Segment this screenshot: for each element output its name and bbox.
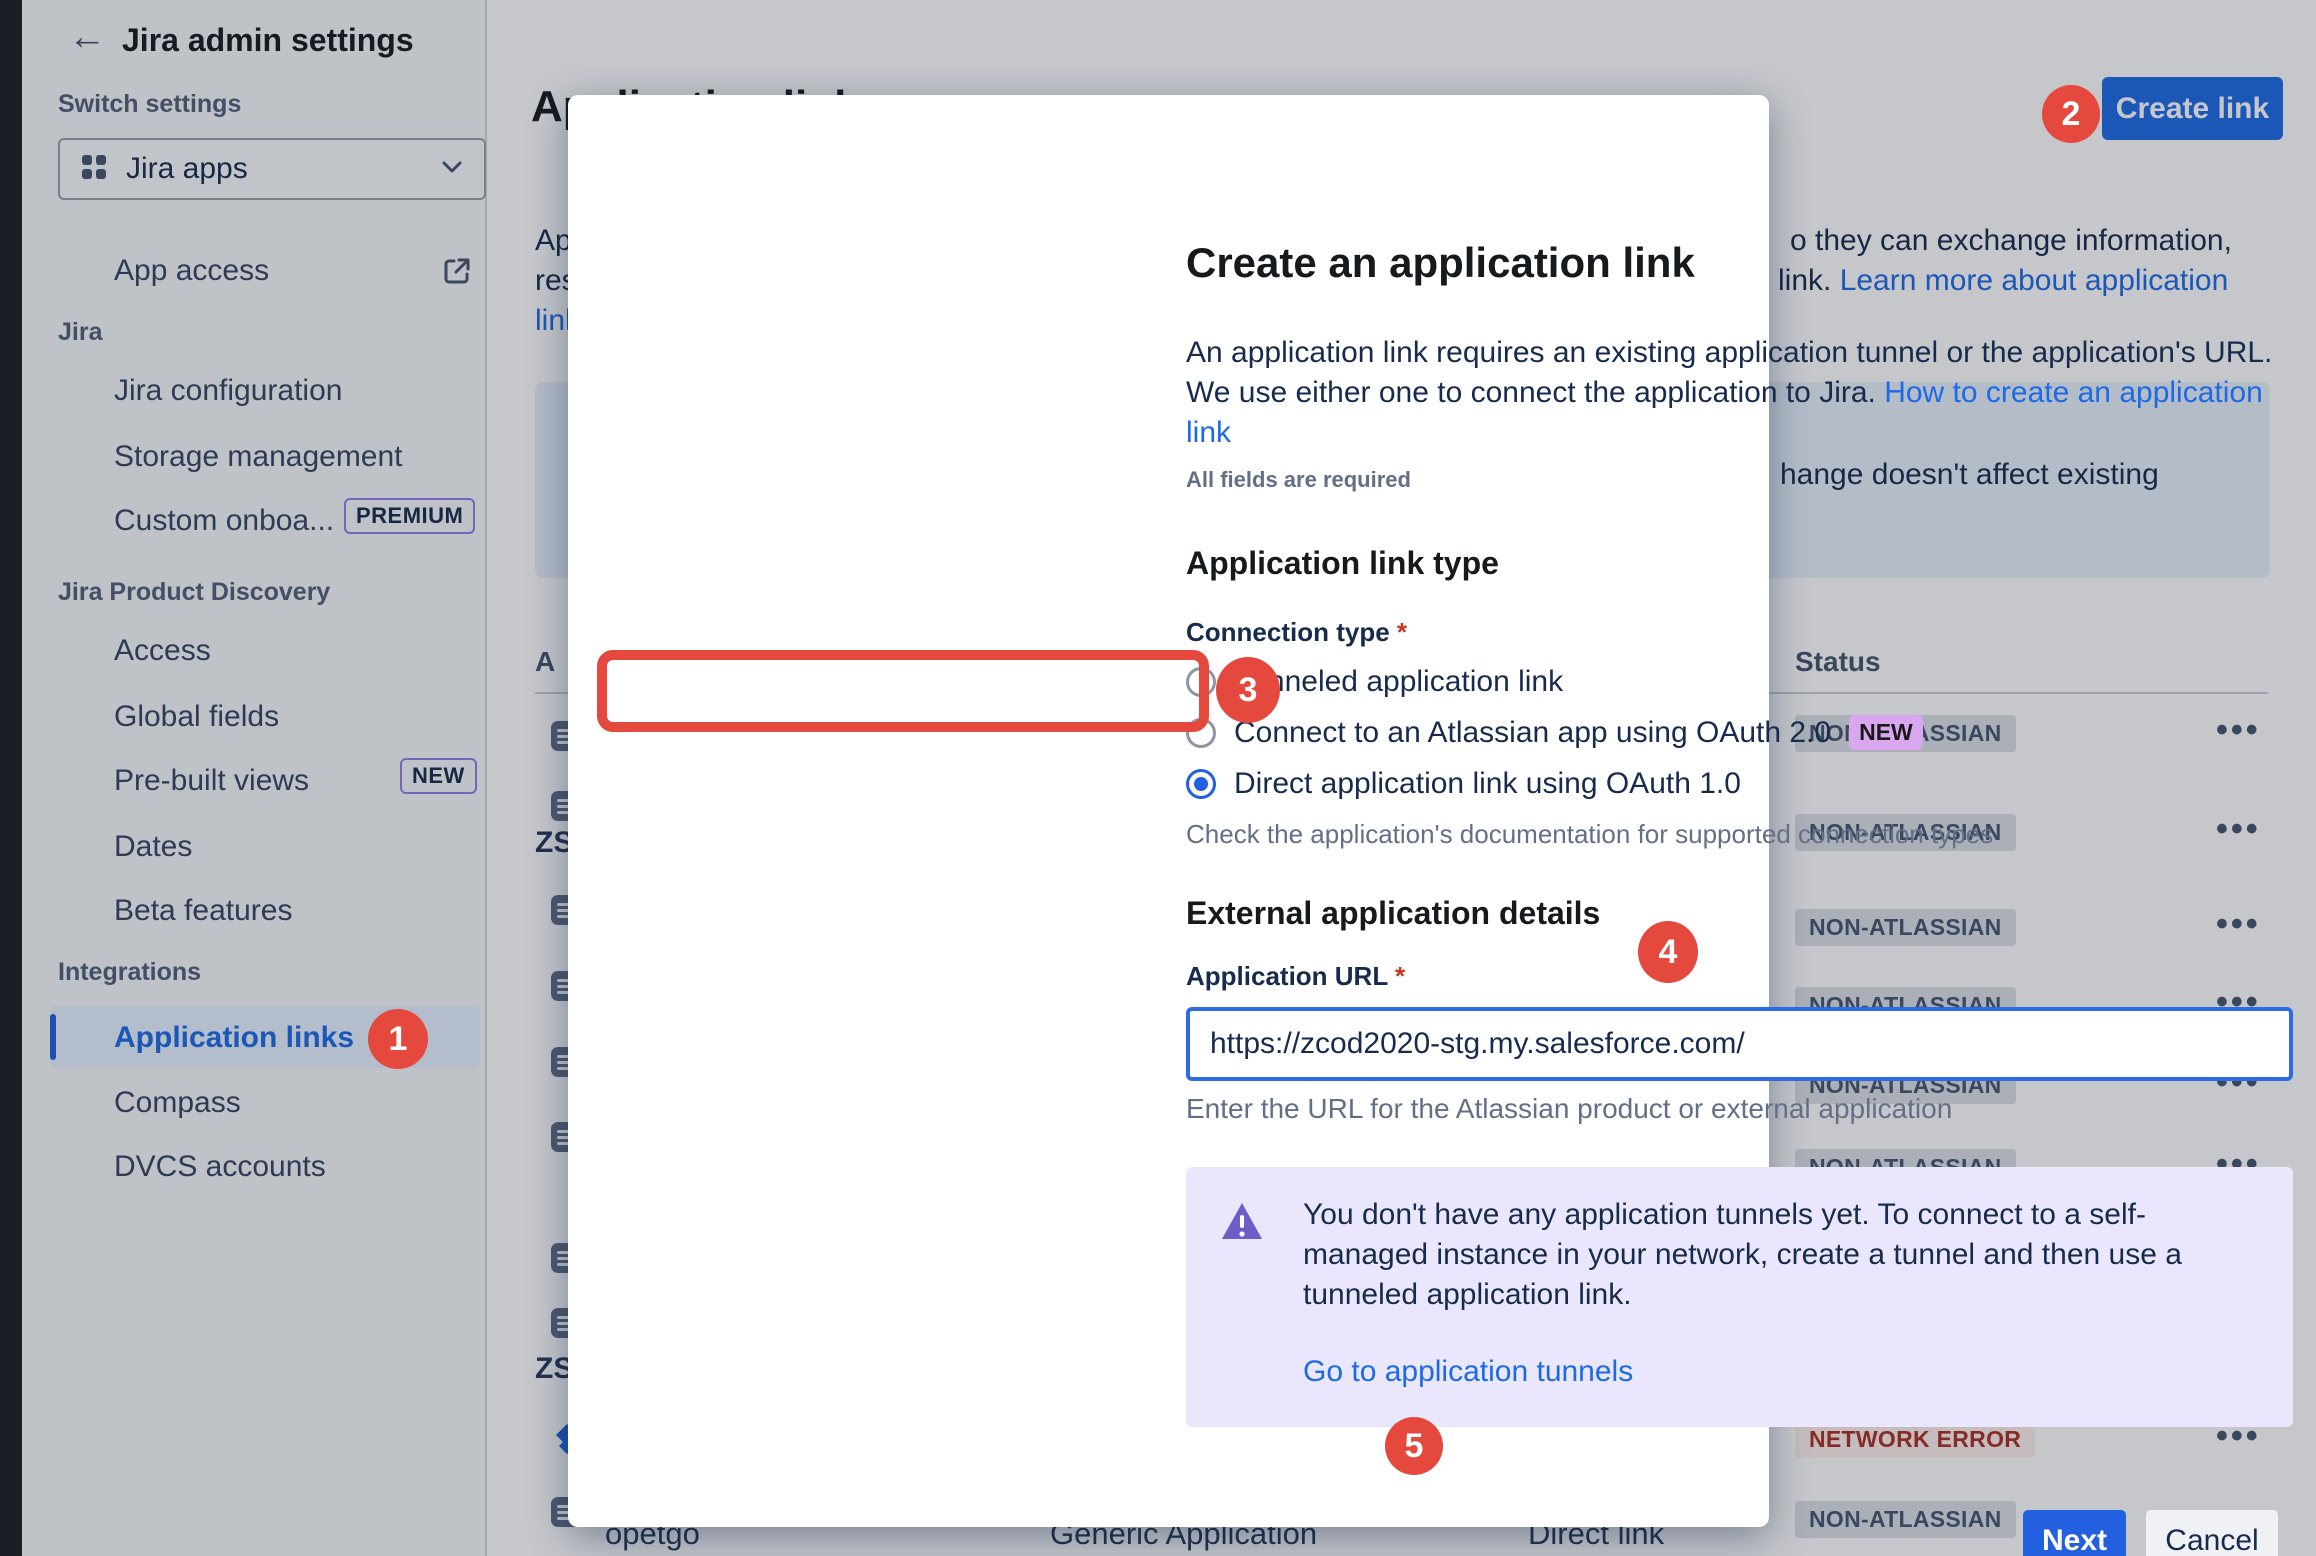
- radio-option-oauth2[interactable]: Connect to an Atlassian app using OAuth …: [1186, 715, 1923, 750]
- annotation-step-1: 1: [368, 1009, 428, 1069]
- application-url-input[interactable]: https://zcod2020-stg.my.salesforce.com/: [1186, 1007, 2293, 1081]
- radio-option-oauth1[interactable]: Direct application link using OAuth 1.0: [1186, 767, 1741, 801]
- application-url-helper: Enter the URL for the Atlassian product …: [1186, 1093, 1952, 1125]
- connection-type-label: Connection type *: [1186, 617, 1407, 648]
- required-fields-note: All fields are required: [1186, 467, 1411, 493]
- warning-text: You don't have any application tunnels y…: [1303, 1195, 2183, 1315]
- create-application-link-dialog: Create an application link An applicatio…: [568, 95, 1769, 1527]
- annotation-highlight-box: [597, 650, 1209, 732]
- annotation-step-2: 2: [2042, 85, 2100, 143]
- go-to-application-tunnels-link[interactable]: Go to application tunnels: [1303, 1355, 1633, 1389]
- annotation-step-5: 5: [1385, 1417, 1443, 1475]
- annotation-step-4: 4: [1638, 921, 1698, 983]
- radio-checked-icon[interactable]: [1186, 769, 1216, 799]
- new-badge: NEW: [1849, 715, 1923, 750]
- application-link-type-heading: Application link type: [1186, 545, 1499, 582]
- application-url-label: Application URL *: [1186, 961, 1405, 992]
- cancel-button[interactable]: Cancel: [2146, 1510, 2278, 1556]
- dialog-description-line2: We use either one to connect the applica…: [1186, 373, 2298, 453]
- required-asterisk: *: [1397, 617, 1407, 647]
- next-button[interactable]: Next: [2023, 1510, 2126, 1556]
- dialog-title: Create an application link: [1186, 239, 1695, 287]
- dialog-description-line1: An application link requires an existing…: [1186, 333, 2298, 373]
- connection-type-helper: Check the application's documentation fo…: [1186, 819, 1993, 850]
- annotation-step-3: 3: [1216, 657, 1280, 723]
- required-asterisk: *: [1395, 961, 1405, 991]
- external-application-details-heading: External application details: [1186, 895, 1600, 932]
- application-url-value: https://zcod2020-stg.my.salesforce.com/: [1210, 1027, 1745, 1061]
- warning-icon: [1220, 1199, 1264, 1243]
